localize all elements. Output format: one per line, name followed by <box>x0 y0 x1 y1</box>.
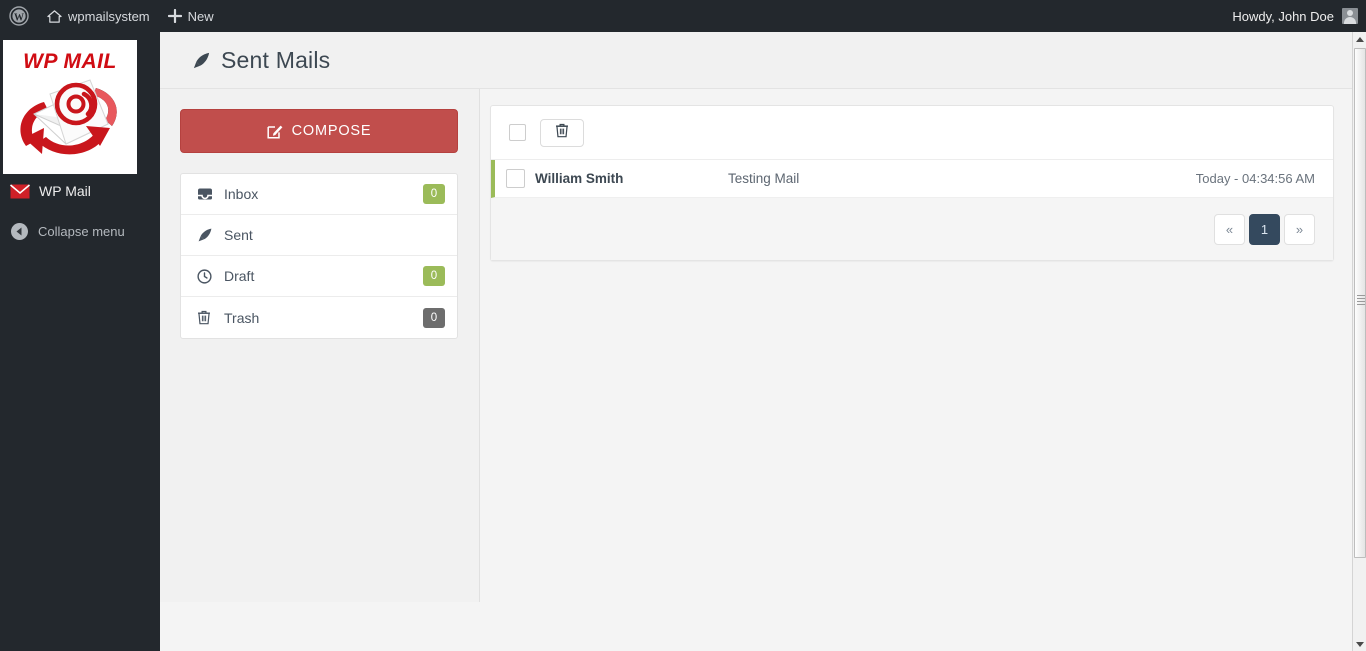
row-checkbox-cell <box>495 169 535 188</box>
draft-count-badge: 0 <box>423 266 445 286</box>
sidebar-item-draft[interactable]: Draft 0 <box>181 256 457 297</box>
main-content: Sent Mails COMPOSE Inbox 0 Sent Draft 0 … <box>160 32 1352 651</box>
svg-text:W: W <box>14 13 24 24</box>
trash-count-badge: 0 <box>423 307 445 328</box>
sidebar-item-inbox[interactable]: Inbox 0 <box>181 174 457 215</box>
wordpress-logo-menu[interactable]: W <box>0 0 38 32</box>
wp-mail-logo: WP MAIL <box>3 40 137 174</box>
wp-mail-logo-art: WP MAIL <box>4 42 136 172</box>
scrollbar-grip-icon <box>1357 295 1365 307</box>
mail-timestamp: Today - 04:34:56 AM <box>1195 171 1315 186</box>
inbox-count-badge: 0 <box>423 184 445 204</box>
sidebar-item-sent[interactable]: Sent <box>181 215 457 256</box>
collapse-arrow-icon <box>10 222 29 241</box>
app-screen: W wpmailsystem New Howdy, John Doe WP MA… <box>0 0 1366 651</box>
inbox-icon <box>197 186 213 202</box>
wordpress-logo-icon: W <box>9 6 29 26</box>
rocket-icon <box>197 227 213 243</box>
trash-icon <box>197 310 213 326</box>
mail-folder-list: Inbox 0 Sent Draft 0 Trash 0 <box>180 173 458 339</box>
chevron-up-icon <box>1356 36 1364 42</box>
plus-icon <box>167 9 182 23</box>
clock-icon <box>197 268 213 284</box>
rocket-icon <box>192 51 211 70</box>
new-content-menu[interactable]: New <box>159 0 223 32</box>
mail-sidebar-panel: COMPOSE Inbox 0 Sent Draft 0 Trash 0 <box>160 89 480 602</box>
sidebar-item-label: Sent <box>224 227 253 243</box>
mail-sender: William Smith <box>535 171 624 186</box>
sidebar-item-label: Draft <box>224 268 255 284</box>
site-name-menu[interactable]: wpmailsystem <box>38 0 159 32</box>
envelope-icon <box>9 183 31 199</box>
wp-admin-bar: W wpmailsystem New Howdy, John Doe <box>0 0 1366 32</box>
mail-list-panel: William Smith Testing Mail Today - 04:34… <box>480 89 1352 261</box>
scrollbar-thumb[interactable] <box>1354 48 1366 558</box>
mail-subject: Testing Mail <box>728 171 800 186</box>
page-title: Sent Mails <box>221 46 331 73</box>
site-name-label: wpmailsystem <box>68 8 150 24</box>
wp-mail-logo-text: WP MAIL <box>23 50 117 73</box>
mail-list-footer: « 1 » <box>491 198 1333 260</box>
browser-scrollbar[interactable] <box>1352 32 1366 651</box>
scrollbar-up-arrow[interactable] <box>1353 32 1366 46</box>
pencil-square-icon <box>267 123 283 139</box>
home-icon <box>47 9 62 24</box>
sidebar-item-trash[interactable]: Trash 0 <box>181 297 457 338</box>
pagination-next-button[interactable]: » <box>1284 213 1315 245</box>
chevron-down-icon <box>1356 641 1364 647</box>
new-label: New <box>187 8 214 24</box>
sidebar-item-label: WP Mail <box>39 183 91 199</box>
select-all-checkbox[interactable] <box>509 124 526 141</box>
delete-selected-button[interactable] <box>540 118 584 147</box>
mail-list-toolbar <box>491 106 1333 160</box>
wp-admin-sidebar: WP MAIL WP Mail Collapse menu <box>0 32 160 651</box>
sidebar-item-wp-mail[interactable]: WP Mail <box>0 174 160 208</box>
account-menu[interactable]: Howdy, John Doe <box>1232 8 1366 24</box>
scrollbar-down-arrow[interactable] <box>1353 637 1366 651</box>
pagination-page-1[interactable]: 1 <box>1249 213 1280 245</box>
mail-list-card: William Smith Testing Mail Today - 04:34… <box>490 105 1334 261</box>
sidebar-item-label: Trash <box>224 309 260 326</box>
row-select-checkbox[interactable] <box>505 169 525 188</box>
collapse-menu-button[interactable]: Collapse menu <box>0 214 160 248</box>
compose-label: COMPOSE <box>291 123 372 139</box>
sidebar-item-label: Inbox <box>224 186 259 202</box>
compose-button[interactable]: COMPOSE <box>180 109 458 153</box>
pagination: « 1 » <box>1214 213 1315 245</box>
avatar <box>1342 8 1358 24</box>
page-body: COMPOSE Inbox 0 Sent Draft 0 Trash 0 Wil… <box>160 89 1352 602</box>
howdy-label: Howdy, John Doe <box>1232 8 1334 24</box>
trash-icon <box>555 123 569 143</box>
collapse-menu-label: Collapse menu <box>38 223 125 239</box>
page-header: Sent Mails <box>160 32 1352 89</box>
table-row[interactable]: William Smith Testing Mail Today - 04:34… <box>491 160 1333 198</box>
pagination-prev-button[interactable]: « <box>1214 213 1245 245</box>
